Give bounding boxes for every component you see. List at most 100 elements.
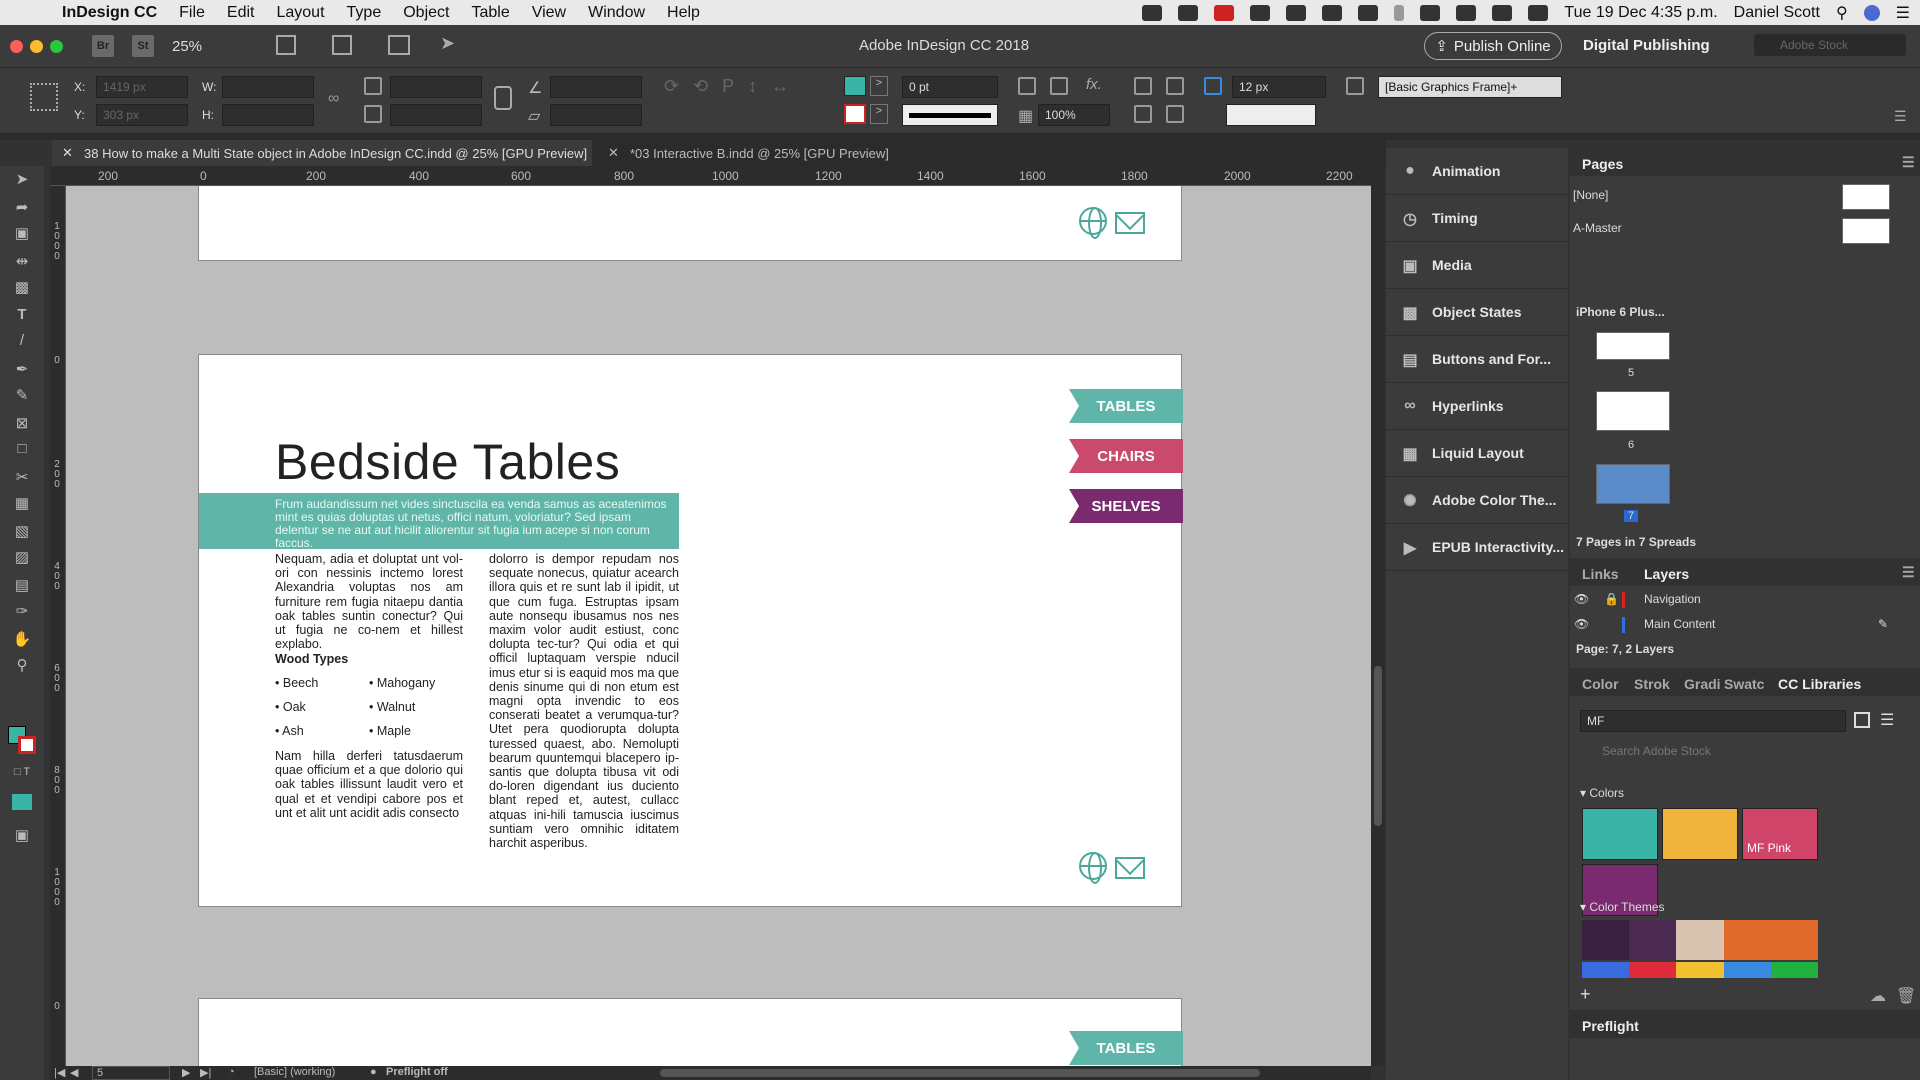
rotation-field[interactable] xyxy=(550,76,642,98)
menu-table[interactable]: Table xyxy=(471,4,509,22)
panel-epub-interactivity[interactable]: ▶ EPUB Interactivity... xyxy=(1386,524,1568,571)
color-themes-section[interactable]: ▾ Color Themes xyxy=(1580,900,1665,914)
stroke-color-icon[interactable] xyxy=(18,736,36,754)
a-master[interactable]: A-Master xyxy=(1573,221,1622,235)
w-field[interactable] xyxy=(222,76,314,98)
tab-interactive-b[interactable]: ✕ *03 Interactive B.indd @ 25% [GPU Prev… xyxy=(602,140,1002,166)
align-center-icon[interactable] xyxy=(1166,77,1184,95)
close-icon[interactable]: ✕ xyxy=(608,145,619,161)
game-icon[interactable] xyxy=(1322,4,1343,21)
airplay-icon[interactable] xyxy=(1456,4,1477,21)
stroke-swatch[interactable] xyxy=(844,104,866,124)
type-tool-icon[interactable]: T xyxy=(12,306,32,324)
gradient-feather-tool-icon[interactable]: ▨ xyxy=(12,548,32,566)
panel-animation[interactable]: ● Animation xyxy=(1386,148,1568,195)
menu-type[interactable]: Type xyxy=(347,4,382,22)
apply-color-icon[interactable] xyxy=(12,794,32,810)
adobe-stock-search[interactable]: Adobe Stock xyxy=(1754,34,1906,56)
eye-icon[interactable]: 👁 xyxy=(1574,617,1589,631)
previous-page-icon[interactable]: ◀ xyxy=(70,1066,78,1079)
stroke-weight-field[interactable]: 0 pt xyxy=(902,76,998,98)
tab-active-document[interactable]: ✕ 38 How to make a Multi State object in… xyxy=(52,140,592,166)
pen-tool-icon[interactable]: ✒ xyxy=(12,360,32,378)
shear-field[interactable] xyxy=(550,104,642,126)
align-top-icon[interactable] xyxy=(1134,77,1152,95)
horizontal-scrollbar[interactable] xyxy=(660,1069,1260,1077)
h-field[interactable] xyxy=(222,104,314,126)
tab-stroke[interactable]: Strok xyxy=(1634,676,1670,692)
scale-y-field[interactable] xyxy=(390,104,482,126)
list-view-icon[interactable]: ☰ xyxy=(1880,710,1894,730)
panel-object-states[interactable]: ▩ Object States xyxy=(1386,289,1568,336)
hand-tool-icon[interactable]: ✋ xyxy=(12,630,32,648)
tab-preflight[interactable]: Preflight xyxy=(1582,1018,1639,1034)
gradient-tool-icon[interactable]: ▧ xyxy=(12,522,32,540)
none-master[interactable]: [None] xyxy=(1573,188,1608,202)
note-tool-icon[interactable]: ▤ xyxy=(12,576,32,594)
stock-search[interactable]: Search Adobe Stock xyxy=(1580,744,1910,758)
tab-links[interactable]: Links xyxy=(1582,566,1619,582)
effects-icon[interactable]: fx. xyxy=(1086,76,1102,93)
battery-icon[interactable] xyxy=(1528,4,1549,21)
notification-center-icon[interactable]: ☰ xyxy=(1896,3,1910,23)
nav-button-chairs[interactable]: CHAIRS xyxy=(1069,439,1183,473)
panel-liquid-layout[interactable]: ▦ Liquid Layout xyxy=(1386,430,1568,477)
last-page-icon[interactable]: ▶| xyxy=(200,1066,211,1079)
y-field[interactable]: 303 px xyxy=(96,104,188,126)
layer-name[interactable]: Navigation xyxy=(1644,592,1701,606)
next-page-icon[interactable]: ▶ xyxy=(182,1066,190,1079)
layer-row[interactable]: 👁 🔒 Navigation xyxy=(1570,592,1920,614)
a-master-thumb[interactable] xyxy=(1842,218,1890,244)
grid-view-icon[interactable] xyxy=(1854,712,1870,728)
color-swatch-mf-pink[interactable]: MF Pink xyxy=(1742,808,1818,860)
none-master-thumb[interactable] xyxy=(1842,184,1890,210)
nav-button-shelves[interactable]: SHELVES xyxy=(1069,489,1183,523)
wifi-icon[interactable] xyxy=(1420,4,1441,21)
globe-icon[interactable] xyxy=(1079,852,1107,884)
page-5-thumb[interactable] xyxy=(1596,332,1670,360)
panel-menu-icon[interactable]: ☰ xyxy=(1902,564,1915,581)
tab-layers[interactable]: Layers xyxy=(1644,566,1689,582)
content-collector-icon[interactable]: ▩ xyxy=(12,278,32,296)
fill-menu-icon[interactable]: > xyxy=(870,76,888,96)
line-tool-icon[interactable]: / xyxy=(12,332,32,350)
siri-icon[interactable] xyxy=(1863,4,1880,21)
library-select[interactable]: MF xyxy=(1580,710,1846,732)
menu-edit[interactable]: Edit xyxy=(227,4,255,22)
bluetooth-icon[interactable] xyxy=(1394,4,1405,21)
preflight-status[interactable]: Preflight off xyxy=(386,1066,448,1078)
link-icon[interactable] xyxy=(494,86,512,110)
display-icon[interactable] xyxy=(1250,4,1271,21)
globe-icon[interactable] xyxy=(1079,207,1107,239)
color-theme-swatch[interactable] xyxy=(1582,962,1819,978)
add-icon[interactable]: + xyxy=(1580,984,1591,1005)
cloud-sync-icon[interactable]: ☁ xyxy=(1870,986,1886,1006)
distribute-icon[interactable] xyxy=(1134,105,1152,123)
zoom-tool-icon[interactable]: ⚲ xyxy=(12,656,32,674)
page-5[interactable]: TABLES CHAIRS SHELVES Bedside Tables Fru… xyxy=(198,354,1183,907)
scale-x-icon[interactable] xyxy=(364,77,382,95)
profile-select[interactable]: [Basic] (working) xyxy=(254,1066,335,1078)
reference-point-icon[interactable] xyxy=(30,83,58,111)
app-red-icon[interactable] xyxy=(1214,4,1235,21)
scale-y-icon[interactable] xyxy=(364,105,382,123)
rectangle-frame-tool-icon[interactable]: ⊠ xyxy=(12,414,32,432)
x-field[interactable]: 1419 px xyxy=(96,76,188,98)
nav-button-tables[interactable]: TABLES xyxy=(1069,1031,1183,1065)
panel-adobe-color-themes[interactable]: ✺ Adobe Color The... xyxy=(1386,477,1568,524)
panel-hyperlinks[interactable]: ∞ Hyperlinks xyxy=(1386,383,1568,430)
color-theme-swatch[interactable] xyxy=(1582,920,1819,960)
pencil-tool-icon[interactable]: ✎ xyxy=(12,386,32,404)
colors-section[interactable]: ▾ Colors xyxy=(1580,786,1624,800)
layer-row[interactable]: 👁 Main Content ✎ xyxy=(1570,617,1920,639)
scale-x-field[interactable] xyxy=(390,76,482,98)
eye-icon[interactable]: 👁 xyxy=(1574,592,1589,606)
nav-button-tables[interactable]: TABLES xyxy=(1069,389,1183,423)
menu-layout[interactable]: Layout xyxy=(276,4,324,22)
text-wrap-icon[interactable] xyxy=(1018,77,1036,95)
stroke-menu-icon[interactable]: > xyxy=(870,104,888,124)
rectangle-tool-icon[interactable]: □ xyxy=(12,440,32,458)
tab-swatches[interactable]: Swatc xyxy=(1724,676,1764,692)
opacity-field[interactable]: 100% xyxy=(1038,104,1110,126)
eyedropper-tool-icon[interactable]: ✑ xyxy=(12,602,32,620)
